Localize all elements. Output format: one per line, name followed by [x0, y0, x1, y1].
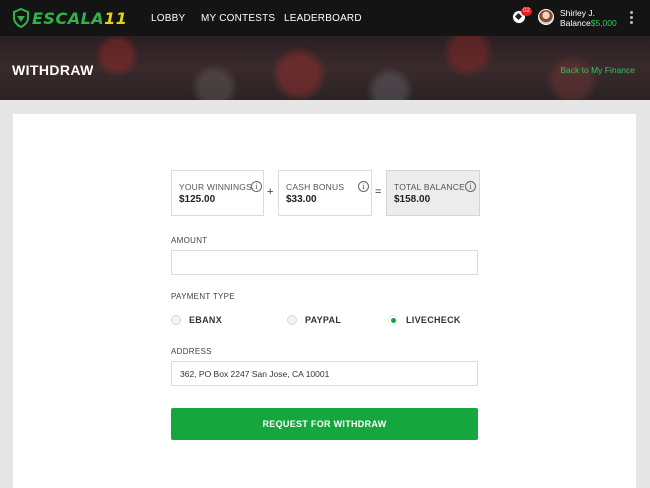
info-icon[interactable]: i — [358, 181, 369, 192]
radio-button[interactable] — [287, 315, 297, 325]
address-input[interactable] — [171, 361, 478, 386]
payment-option-livecheck[interactable]: LIVECHECK — [388, 314, 461, 326]
winnings-value: $125.00 — [179, 194, 216, 205]
user-balance-value: $5,000 — [590, 18, 617, 28]
nav-lobby[interactable]: LOBBY — [151, 0, 185, 36]
plus-sign: + — [267, 186, 274, 198]
payment-option-paypal[interactable]: PAYPAL — [287, 314, 341, 326]
payment-option-label: EBANX — [189, 315, 223, 325]
winnings-label: YOUR WINNINGS — [179, 182, 252, 192]
logo-wordmark: ESCALA11 — [32, 9, 127, 28]
payment-option-label: LIVECHECK — [406, 315, 461, 325]
page-header-banner: WITHDRAW Back to My Finance — [0, 36, 650, 100]
cash-bonus-value: $33.00 — [286, 194, 317, 205]
info-icon[interactable]: i — [465, 181, 476, 192]
logo-wordmark-suffix: 11 — [104, 8, 128, 28]
cash-bonus-label: CASH BONUS — [286, 182, 345, 192]
avatar[interactable] — [538, 9, 554, 25]
payment-option-label: PAYPAL — [305, 315, 342, 325]
equals-sign: = — [375, 186, 382, 198]
winnings-box: YOUR WINNINGS $125.00 i — [171, 170, 264, 216]
cash-bonus-box: CASH BONUS $33.00 i — [278, 170, 372, 216]
notification-badge: 02 — [521, 7, 532, 16]
total-balance-value: $158.00 — [394, 194, 431, 205]
total-balance-label: TOTAL BALANCE — [394, 182, 465, 192]
user-balance-label: Balance — [560, 18, 591, 28]
info-icon[interactable]: i — [251, 181, 262, 192]
user-balance: Balance$5,000 — [560, 18, 617, 28]
amount-label: AMOUNT — [171, 236, 208, 245]
request-withdraw-button[interactable]: REQUEST FOR WITHDRAW — [171, 408, 478, 440]
back-to-finance-link[interactable]: Back to My Finance — [560, 65, 635, 75]
payment-type-label: PAYMENT TYPE — [171, 292, 235, 301]
nav-leaderboard[interactable]: LEADERBOARD — [284, 0, 362, 36]
nav-my-contests[interactable]: MY CONTESTS — [201, 0, 275, 36]
address-label: ADDRESS — [171, 347, 212, 356]
radio-button-selected[interactable] — [388, 315, 398, 325]
escala11-logo[interactable]: ESCALA11 — [12, 7, 127, 29]
logo-shield-icon — [13, 8, 29, 28]
page-title: WITHDRAW — [12, 62, 94, 78]
logo-wordmark-prefix: ESCALA — [32, 8, 105, 28]
amount-input[interactable] — [171, 250, 478, 275]
user-name[interactable]: Shirley J. — [560, 8, 595, 18]
top-navigation-bar: ESCALA11 LOBBY MY CONTESTS LEADERBOARD 0… — [0, 0, 650, 36]
radio-button[interactable] — [171, 315, 181, 325]
kebab-menu-icon[interactable] — [630, 11, 633, 25]
total-balance-box: TOTAL BALANCE $158.00 i — [386, 170, 480, 216]
payment-option-ebanx[interactable]: EBANX — [171, 314, 222, 326]
